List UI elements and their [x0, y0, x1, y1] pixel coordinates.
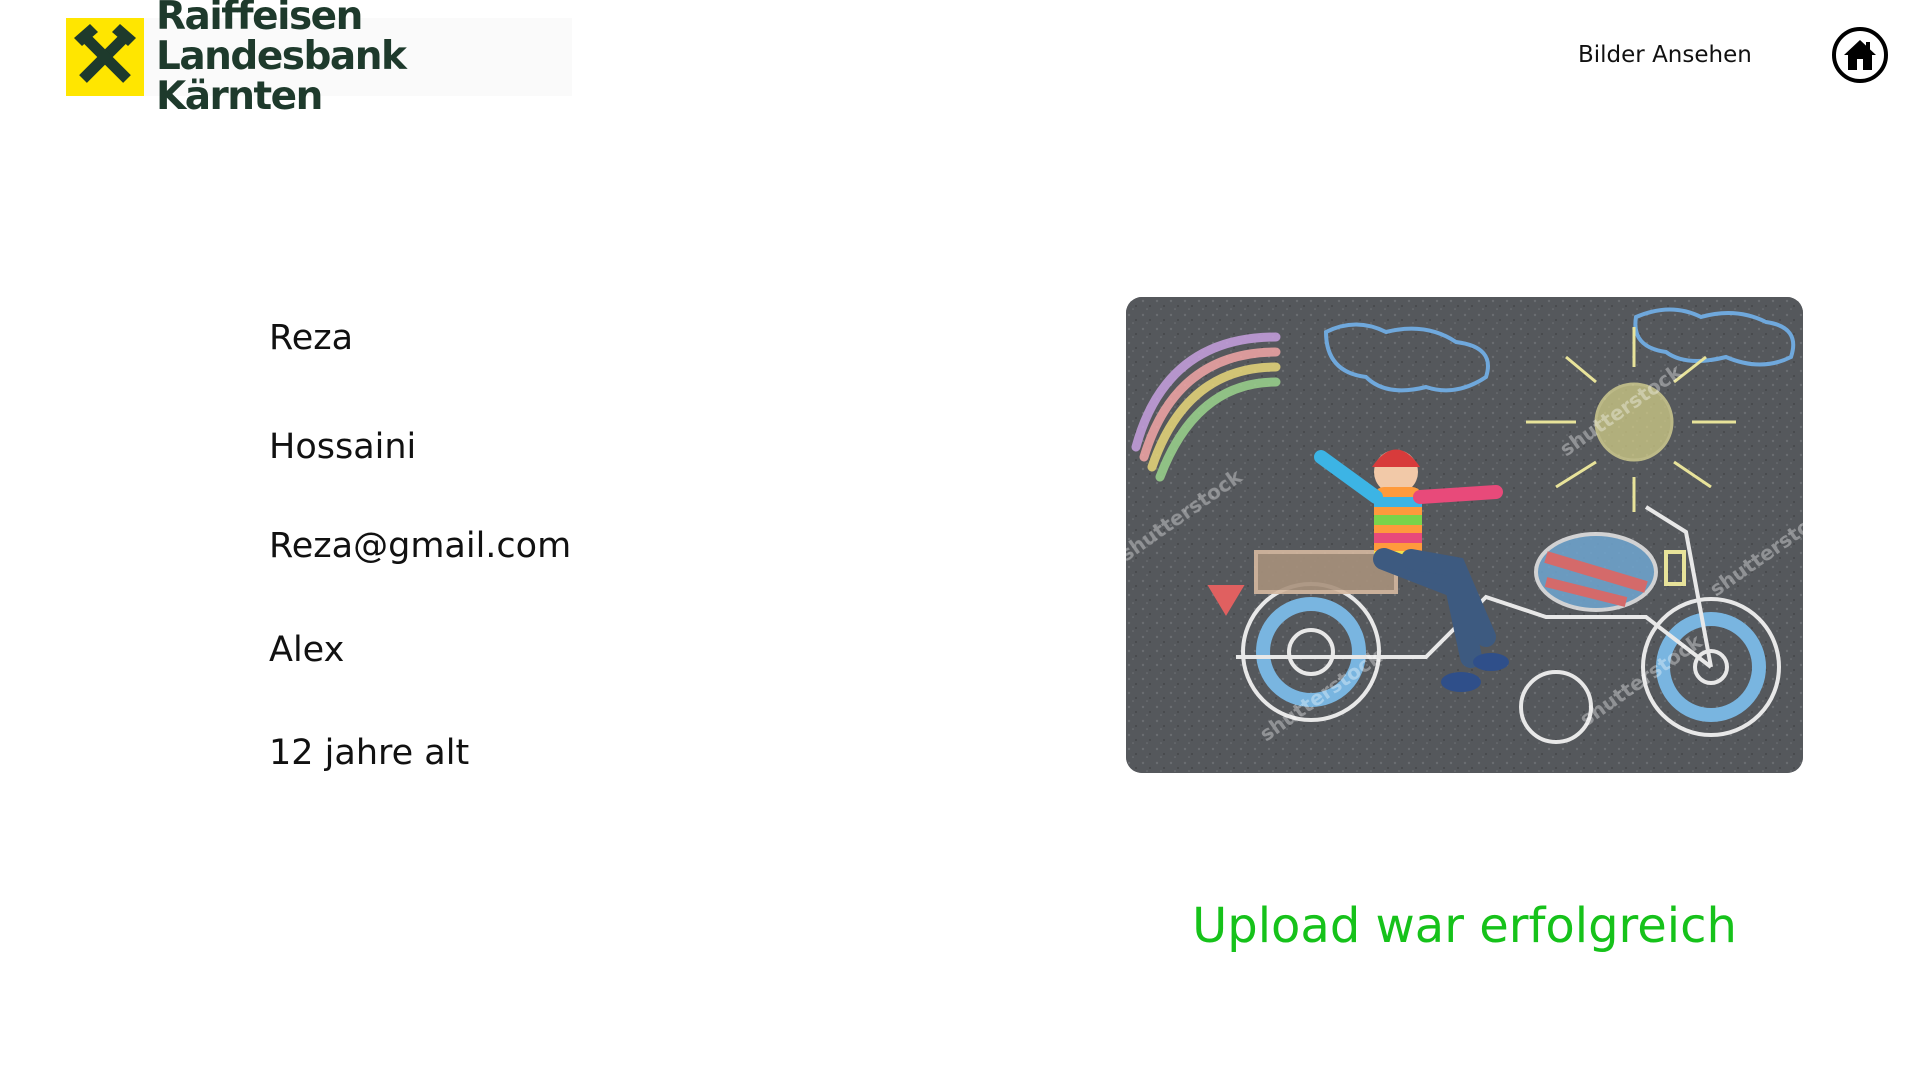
bank-logo[interactable]: Raiffeisen Landesbank Kärnten: [66, 0, 572, 117]
upload-success-message: Upload war erfolgreich: [1192, 898, 1737, 954]
bank-name: Raiffeisen Landesbank Kärnten: [156, 0, 572, 117]
last-name-value: Hossaini: [269, 427, 417, 467]
uploaded-drawing-image: shutterstock shutterstock shutterstock s…: [1126, 297, 1803, 773]
first-name-value: Reza: [269, 318, 354, 358]
email-value: Reza@gmail.com: [269, 526, 572, 566]
home-icon: [1844, 40, 1876, 70]
child-age-value: 12 jahre alt: [269, 733, 470, 773]
child-name-value: Alex: [269, 630, 345, 670]
view-pictures-link[interactable]: Bilder Ansehen: [1578, 42, 1752, 68]
bank-name-line1: Raiffeisen: [156, 0, 363, 39]
home-button[interactable]: [1832, 27, 1888, 83]
page: Raiffeisen Landesbank Kärnten Bilder Ans…: [0, 0, 1920, 1080]
raiffeisen-gable-cross-icon: [66, 18, 144, 96]
bank-name-line2: Landesbank Kärnten: [156, 34, 407, 119]
